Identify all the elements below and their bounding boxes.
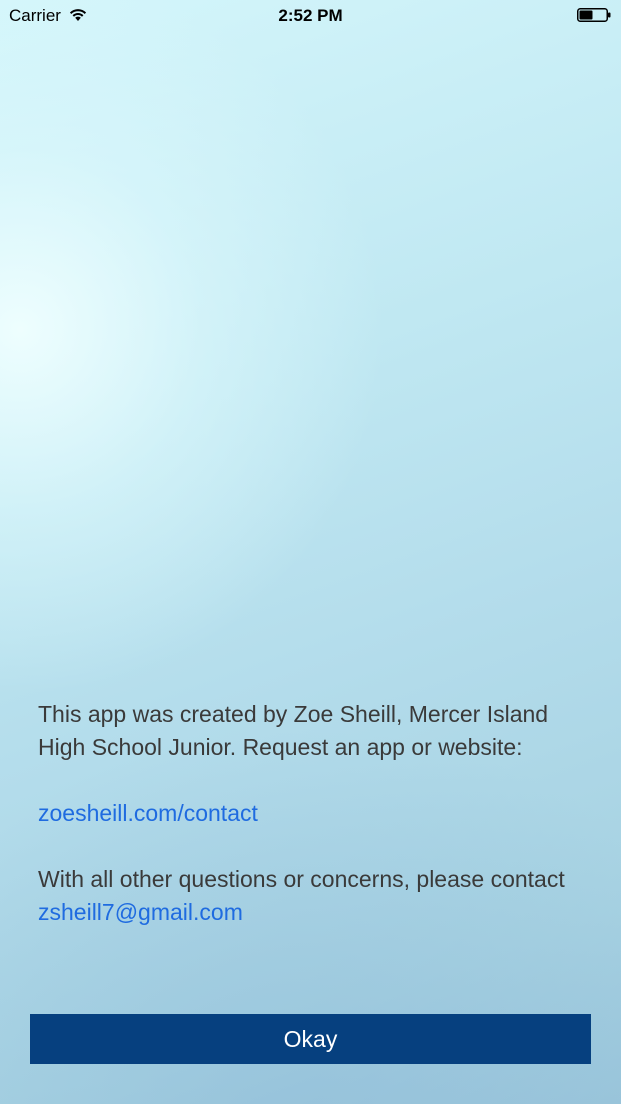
website-link[interactable]: zoesheill.com/contact	[38, 800, 258, 826]
email-link[interactable]: zsheill7@gmail.com	[38, 899, 243, 925]
about-text-block: This app was created by Zoe Sheill, Merc…	[38, 698, 598, 929]
website-link-paragraph: zoesheill.com/contact	[38, 797, 598, 830]
status-time: 2:52 PM	[278, 6, 343, 25]
okay-button[interactable]: Okay	[30, 1014, 591, 1064]
status-bar: Carrier 2:52 PM	[0, 0, 621, 32]
contact-prefix-text: With all other questions or concerns, pl…	[38, 866, 565, 892]
contact-paragraph: With all other questions or concerns, pl…	[38, 863, 598, 929]
battery-icon	[577, 8, 611, 22]
intro-text: This app was created by Zoe Sheill, Merc…	[38, 701, 549, 760]
